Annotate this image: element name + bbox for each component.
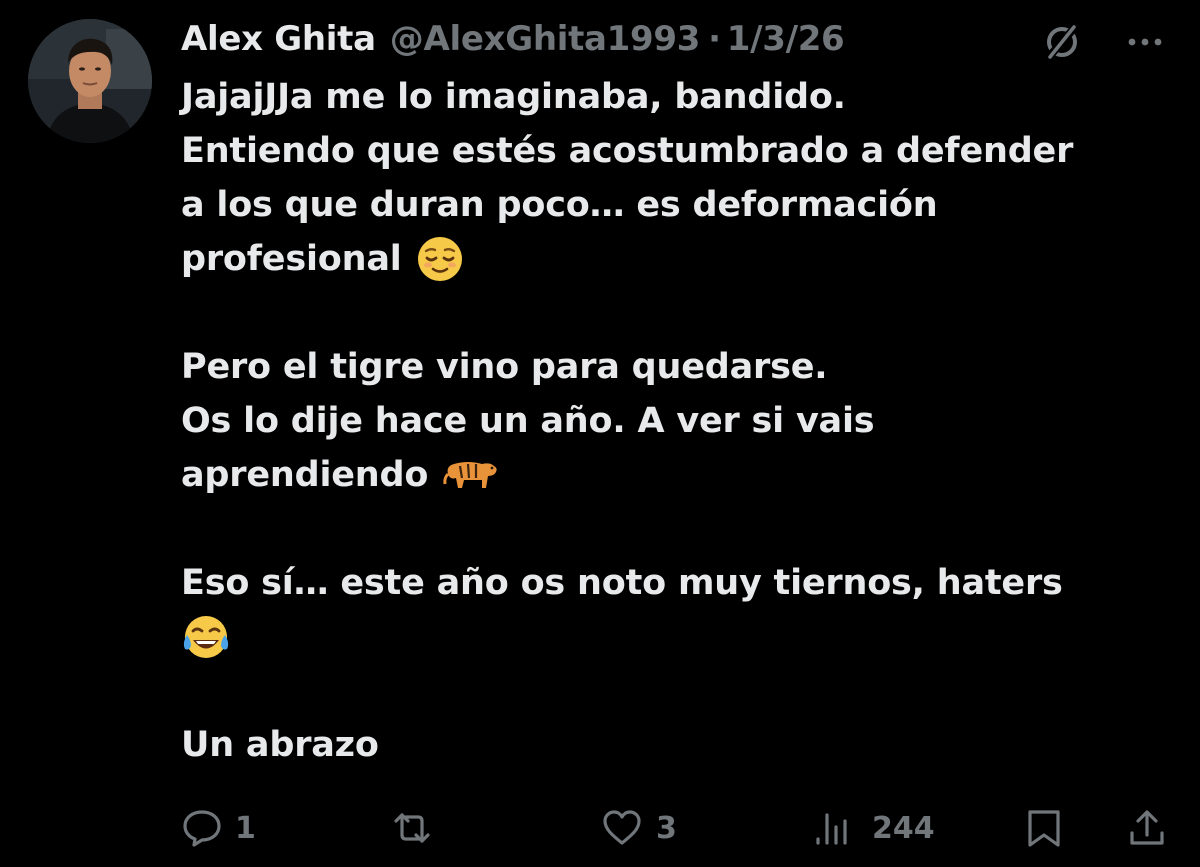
post-text-line-with-emoji: profesional [181,232,1161,286]
avatar[interactable] [28,19,152,143]
paragraph-break [181,286,1161,340]
post-text-line-with-emoji: aprendiendo [181,448,1161,502]
post-text-segment: profesional [181,239,402,279]
grok-icon[interactable] [1040,20,1084,64]
views-icon [816,813,847,845]
post-text-segment: aprendiendo [181,455,429,495]
post-text-emoji-line [181,610,1161,664]
post-date[interactable]: 1/3/26 [727,19,845,59]
heart-icon [603,810,641,845]
post-text-line: a los que duran poco… es deformación [181,185,938,225]
reply-button[interactable]: 1 [181,800,256,856]
post-text-line: Pero el tigre vino para quedarse. [181,347,828,387]
view-count: 244 [872,810,935,846]
post-text-line: Entiendo que estés acostumbrado a defend… [181,131,1074,171]
post-text-line: Un abrazo [181,725,379,765]
bookmark-button[interactable] [1024,800,1064,856]
repost-icon [394,813,430,843]
tears-of-joy-emoji [181,613,231,661]
post-text-line: Eso sí… este año os noto muy tiernos, ha… [181,563,1063,603]
relieved-face-emoji [416,235,464,283]
more-options-icon[interactable] [1123,20,1167,64]
author-display-name[interactable]: Alex Ghita [181,19,376,59]
action-bar: 1 3 244 [0,800,1200,856]
share-icon [1130,810,1164,845]
views-button[interactable]: 244 [812,800,935,856]
like-count: 3 [656,810,677,846]
bookmark-icon [1028,810,1060,847]
post-header: Alex Ghita @AlexGhita1993 · 1/3/26 [181,14,845,64]
tiger-emoji [442,454,500,496]
like-button[interactable]: 3 [600,800,677,856]
share-button[interactable] [1126,800,1168,856]
paragraph-break [181,664,1161,718]
post-text-line: JajajJJa me lo imaginaba, bandido. [181,77,846,117]
paragraph-break [181,502,1161,556]
repost-button[interactable] [388,800,448,856]
post-text: JajajJJa me lo imaginaba, bandido. Entie… [181,70,1161,772]
reply-icon [183,810,221,847]
author-handle[interactable]: @AlexGhita1993 [390,19,701,59]
post[interactable]: Alex Ghita @AlexGhita1993 · 1/3/26 Jajaj… [0,0,1200,867]
post-text-line: Os lo dije hace un año. A ver si vais [181,401,875,441]
header-separator: · [708,19,721,59]
reply-count: 1 [235,810,256,846]
